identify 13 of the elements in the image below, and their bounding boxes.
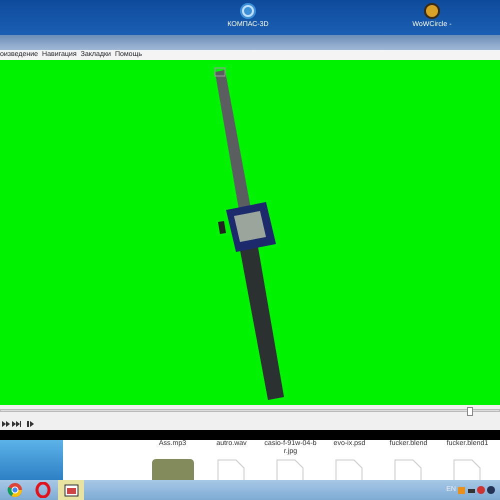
browser-icon — [7, 482, 23, 498]
taskbar-button[interactable] — [58, 480, 84, 500]
skip-forward-icon[interactable] — [12, 421, 21, 427]
navigation-pane — [0, 440, 63, 480]
app-logo-icon[interactable] — [239, 2, 257, 20]
seek-thumb[interactable] — [467, 407, 473, 416]
media-player-icon — [63, 482, 79, 498]
file-thumbnail-icon[interactable] — [150, 458, 194, 480]
browser-icon — [35, 482, 51, 498]
game-logo-icon[interactable] — [423, 2, 441, 20]
frame-step-icon[interactable] — [27, 421, 34, 427]
fast-forward-icon[interactable] — [2, 421, 10, 427]
tray-icons-drawing[interactable] — [458, 485, 498, 495]
